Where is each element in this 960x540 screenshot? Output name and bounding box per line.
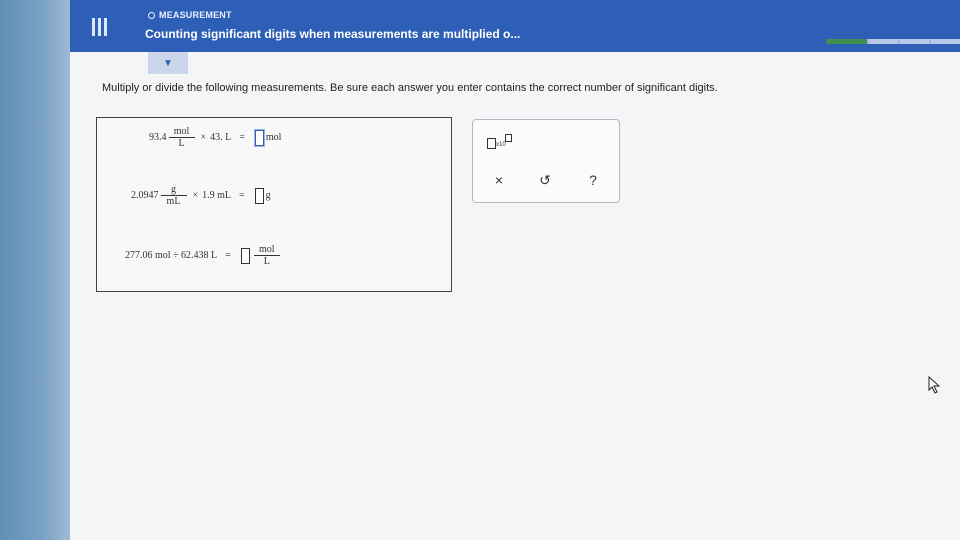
unit-denominator: L (253, 255, 280, 267)
unit-numerator: mol (173, 126, 190, 137)
menu-button[interactable] (84, 12, 114, 42)
progress-segment (899, 39, 929, 44)
help-button[interactable]: ? (583, 172, 603, 188)
equation-1: 93.4 mol L × 43. L = mol (149, 126, 281, 149)
expand-tab[interactable]: ▼ (148, 52, 188, 74)
progress-bar (826, 39, 960, 44)
menu-icon-bar (97, 18, 101, 36)
operator: × (200, 132, 207, 143)
scientific-notation-button[interactable]: x10 (487, 134, 513, 152)
operator: × (192, 190, 199, 201)
equals-sign: = (239, 132, 245, 143)
times-ten-label: x10 (496, 142, 506, 148)
unit-fraction: mol L (168, 126, 195, 149)
unit-denominator: mL (160, 195, 187, 207)
progress-segment (868, 39, 898, 44)
equation-2: 2.0947 g mL × 1.9 mL = g (131, 184, 271, 207)
unit-numerator: mol (259, 244, 275, 255)
unit-fraction: g mL (160, 184, 187, 207)
answer-input-3[interactable] (240, 247, 250, 264)
answer-input-1[interactable] (254, 129, 264, 146)
undo-button[interactable]: ↺ (535, 172, 555, 189)
close-icon: × (494, 172, 504, 188)
screen-bezel (0, 0, 70, 540)
section-label: MEASUREMENT (148, 10, 232, 20)
unit-numerator: g (171, 184, 176, 195)
expression: 277.06 mol ÷ 62.438 L (125, 250, 218, 261)
operand: 43. L (210, 132, 232, 143)
instructions: Multiply or divide the following measure… (102, 82, 718, 94)
unit-denominator: L (168, 137, 195, 149)
coefficient: 2.0947 (131, 190, 159, 201)
clear-button[interactable]: × (489, 172, 509, 188)
menu-icon-bar (103, 18, 107, 36)
answer-input-2[interactable] (254, 187, 264, 204)
answer-unit-fraction: mol L (253, 244, 280, 267)
mantissa-box-icon (487, 138, 496, 149)
answer-tools-panel: x10 × ↺ ? (472, 119, 620, 203)
coefficient: 93.4 (149, 132, 167, 143)
answer-unit: mol (265, 132, 282, 143)
top-header: MEASUREMENT Counting significant digits … (70, 0, 960, 52)
equals-sign: = (225, 250, 231, 261)
mouse-cursor-icon (928, 376, 941, 394)
exponent-box-icon (505, 134, 512, 142)
chevron-down-icon: ▼ (163, 57, 173, 69)
circle-icon (148, 11, 155, 19)
topic-title: Counting significant digits when measure… (145, 27, 521, 41)
menu-icon-bar (91, 18, 95, 36)
undo-icon: ↺ (539, 172, 551, 188)
progress-segment (930, 39, 960, 44)
problem-box: 93.4 mol L × 43. L = mol 2.0947 g mL × 1… (96, 117, 452, 292)
operand: 1.9 mL (202, 190, 232, 201)
equals-sign: = (239, 190, 245, 201)
equation-3: 277.06 mol ÷ 62.438 L = mol L (125, 244, 282, 267)
answer-unit: g (265, 190, 271, 201)
help-icon: ? (589, 172, 597, 188)
progress-segment (826, 39, 867, 44)
aleks-window: MEASUREMENT Counting significant digits … (70, 0, 960, 540)
section-label-text: MEASUREMENT (159, 10, 232, 20)
